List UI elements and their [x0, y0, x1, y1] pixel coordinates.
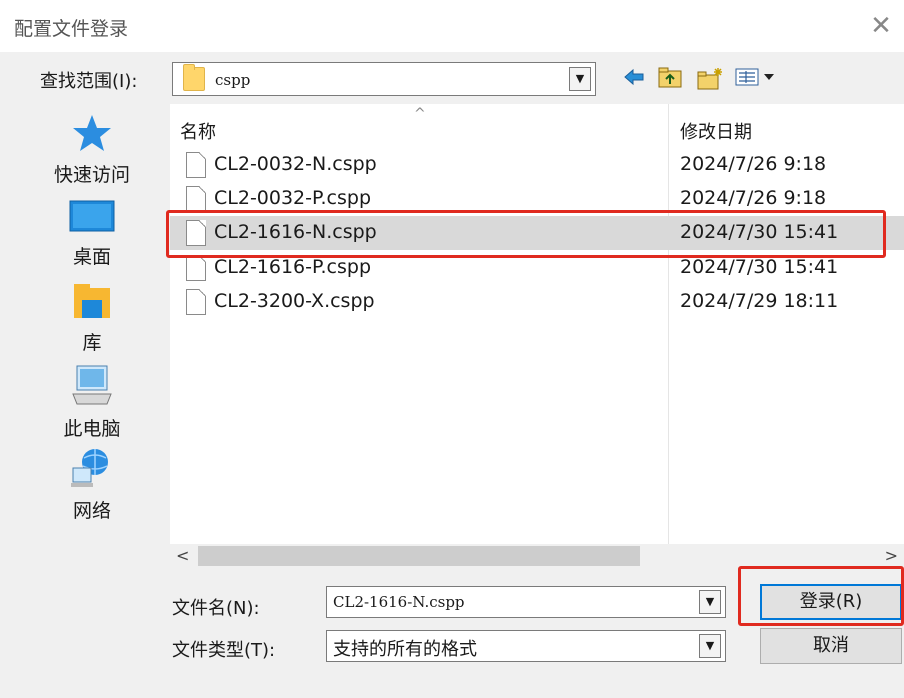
filename-input[interactable]: CL2-1616-N.cspp ▼ — [326, 586, 726, 618]
file-row[interactable]: CL2-3200-X.cspp 2024/7/29 18:11 — [170, 285, 904, 319]
folder-icon — [183, 64, 205, 91]
file-row[interactable]: CL2-0032-P.cspp 2024/7/26 9:18 — [170, 182, 904, 216]
star-icon — [44, 112, 140, 158]
sort-caret-icon: ^ — [414, 106, 426, 122]
chevron-down-icon[interactable]: ▼ — [699, 634, 721, 658]
scrollbar-thumb[interactable] — [198, 546, 640, 566]
file-date: 2024/7/26 9:18 — [680, 187, 827, 209]
file-name: CL2-1616-P.cspp — [214, 256, 372, 278]
place-label: 桌面 — [72, 246, 111, 268]
file-icon — [186, 186, 206, 212]
file-row[interactable]: CL2-0032-N.cspp 2024/7/26 9:18 — [170, 148, 904, 182]
file-icon — [186, 289, 206, 315]
lookin-label: 查找范围(I): — [40, 71, 138, 92]
file-name: CL2-1616-N.cspp — [214, 221, 377, 243]
place-label: 快速访问 — [53, 164, 130, 186]
desktop-icon — [44, 200, 140, 240]
place-network[interactable]: 网络 — [44, 446, 140, 523]
file-name: CL2-0032-N.cspp — [214, 153, 377, 175]
file-date: 2024/7/29 18:11 — [680, 290, 839, 312]
column-header-date[interactable]: 修改日期 — [680, 118, 752, 144]
library-icon — [44, 282, 140, 326]
place-label: 库 — [82, 332, 102, 354]
network-icon — [44, 446, 140, 494]
file-date: 2024/7/26 9:18 — [680, 153, 827, 175]
chevron-down-icon[interactable]: ▼ — [569, 67, 591, 91]
lookin-value: cspp — [215, 71, 251, 89]
file-name: CL2-0032-P.cspp — [214, 187, 372, 209]
filename-label: 文件名(N): — [172, 598, 260, 619]
scroll-right-icon[interactable]: > — [885, 546, 898, 565]
place-desktop[interactable]: 桌面 — [44, 200, 140, 269]
computer-icon — [44, 364, 140, 412]
filetype-label: 文件类型(T): — [172, 640, 276, 661]
file-date: 2024/7/30 15:41 — [680, 221, 839, 243]
close-icon[interactable]: ✕ — [866, 12, 896, 42]
column-header-name[interactable]: 名称 — [180, 118, 216, 144]
file-row-selected[interactable]: CL2-1616-N.cspp 2024/7/30 15:41 — [170, 216, 904, 250]
login-button[interactable]: 登录(R) — [760, 584, 902, 620]
window-title: 配置文件登录 — [14, 18, 129, 40]
file-icon — [186, 152, 206, 178]
place-this-pc[interactable]: 此电脑 — [44, 364, 140, 441]
file-row[interactable]: CL2-1616-P.cspp 2024/7/30 15:41 — [170, 251, 904, 285]
file-date: 2024/7/30 15:41 — [680, 256, 839, 278]
filetype-value: 支持的所有的格式 — [333, 639, 477, 660]
chevron-down-icon[interactable]: ▼ — [699, 590, 721, 614]
file-name: CL2-3200-X.cspp — [214, 290, 375, 312]
file-icon — [186, 220, 206, 246]
up-folder-icon[interactable] — [656, 66, 684, 92]
filename-value: CL2-1616-N.cspp — [333, 593, 465, 611]
horizontal-scrollbar[interactable]: < > — [170, 544, 904, 570]
cancel-button[interactable]: 取消 — [760, 628, 902, 664]
filetype-select[interactable]: 支持的所有的格式 ▼ — [326, 630, 726, 662]
lookin-dropdown[interactable]: cspp ▼ — [172, 62, 596, 96]
place-quick-access[interactable]: 快速访问 — [44, 112, 140, 187]
place-label: 网络 — [72, 500, 111, 522]
title-bar: 配置文件登录 ✕ — [0, 0, 904, 52]
file-icon — [186, 255, 206, 281]
new-folder-icon[interactable] — [696, 66, 724, 92]
scroll-left-icon[interactable]: < — [176, 546, 189, 565]
place-library[interactable]: 库 — [44, 282, 140, 355]
places-bar: 快速访问 桌面 库 此电脑 网络 — [44, 108, 140, 528]
place-label: 此电脑 — [63, 418, 121, 440]
file-list[interactable]: ^ 名称 修改日期 CL2-0032-N.cspp 2024/7/26 9:18… — [170, 104, 904, 544]
back-icon[interactable] — [622, 66, 646, 92]
view-menu-icon[interactable] — [734, 66, 780, 92]
